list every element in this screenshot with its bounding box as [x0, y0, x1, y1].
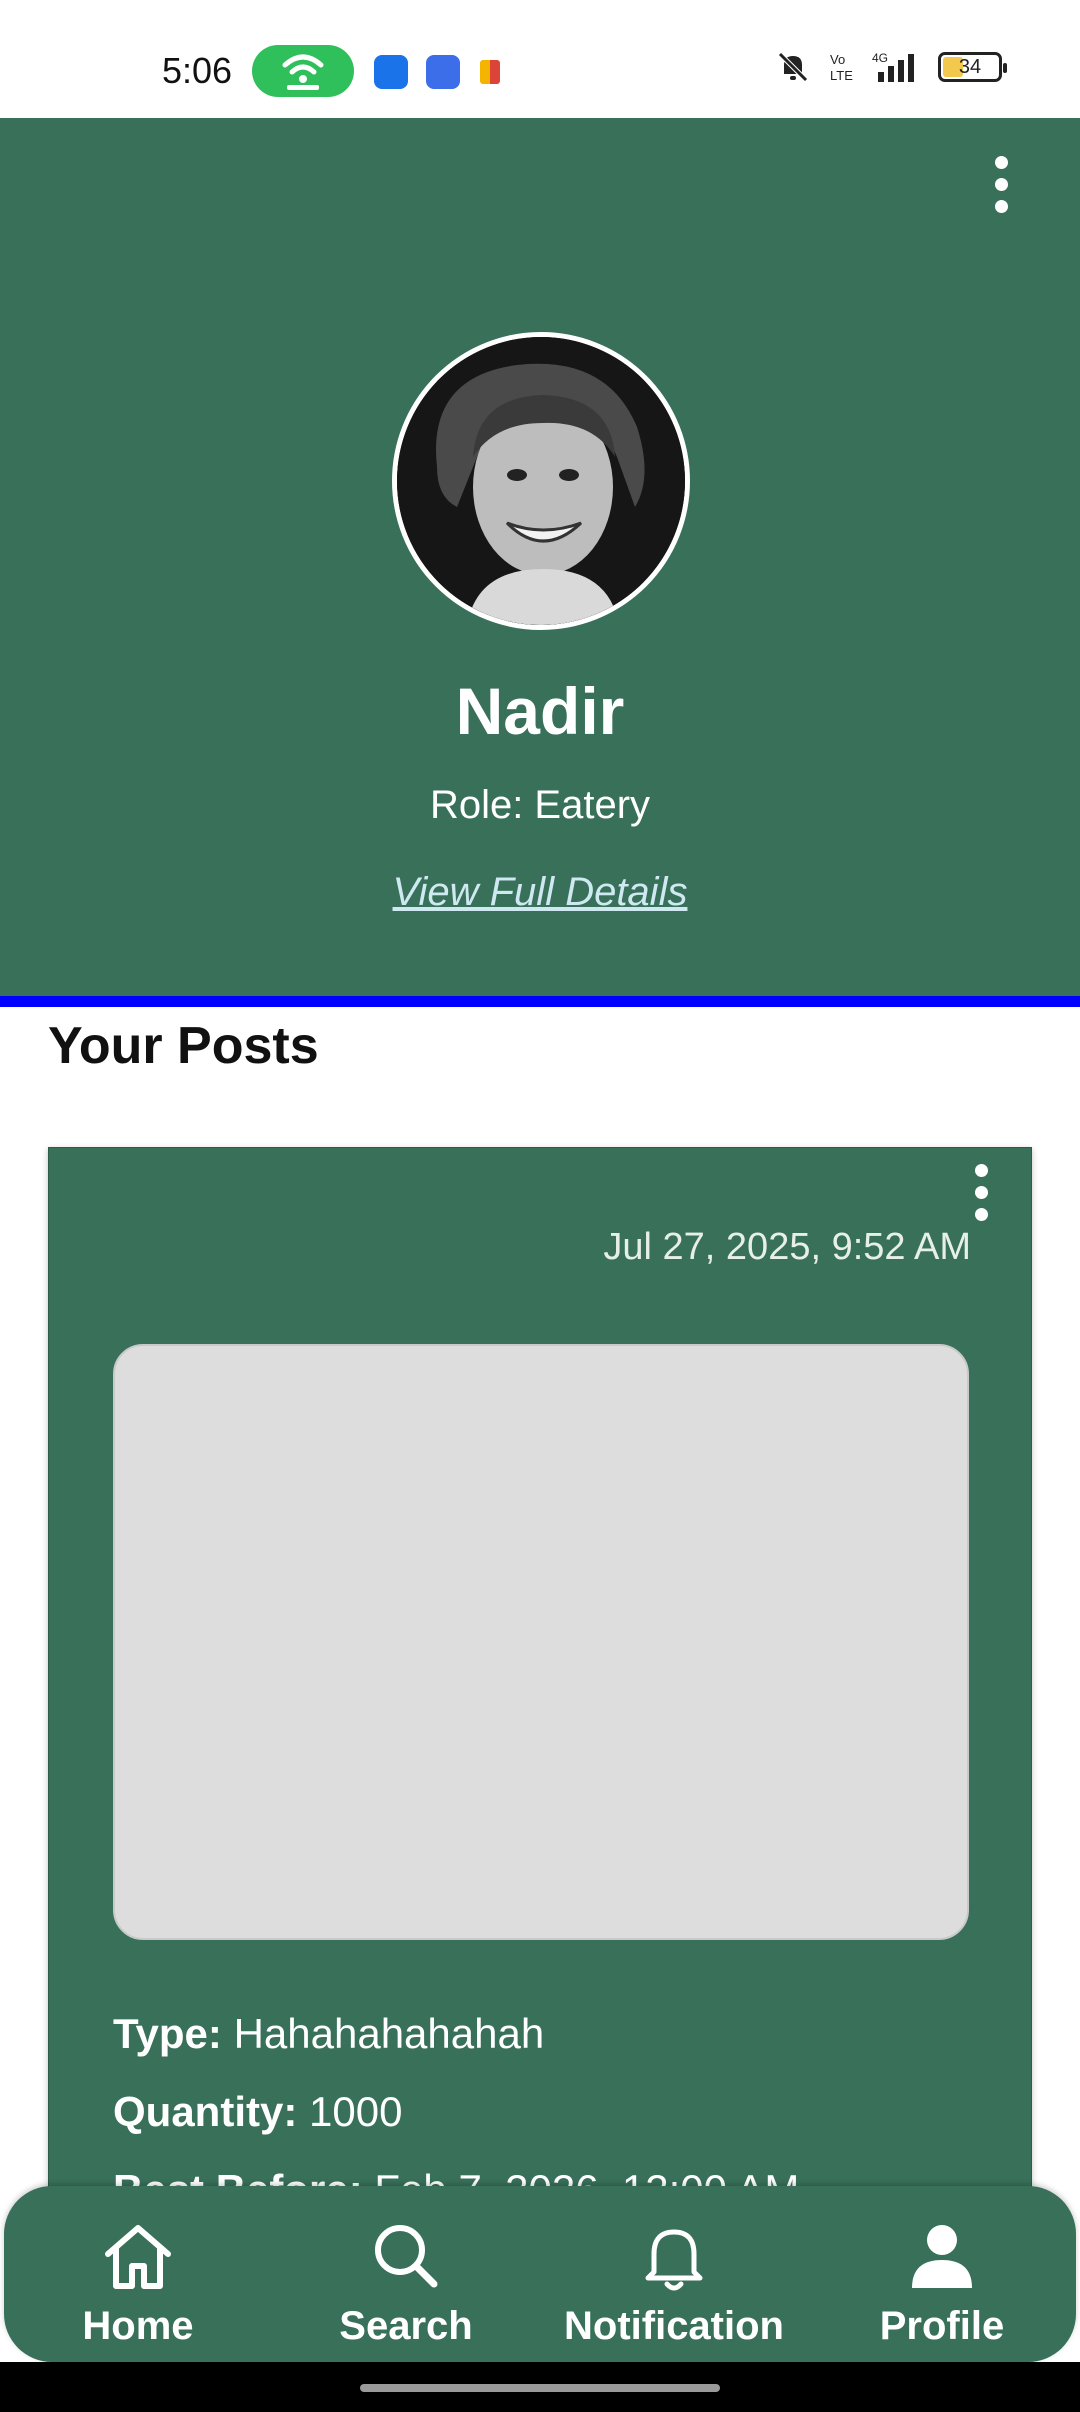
- person-icon: [912, 2225, 972, 2288]
- gesture-handle[interactable]: [360, 2384, 720, 2392]
- hotspot-indicator: [252, 45, 354, 97]
- more-options-icon[interactable]: [995, 156, 1008, 213]
- nav-profile-label: Profile: [879, 2304, 1005, 2348]
- svg-text:Vo: Vo: [830, 52, 845, 67]
- post-type: Type: Hahahahahahah: [113, 2010, 544, 2058]
- wifi-hotspot-icon: [282, 54, 324, 90]
- battery-icon: 34: [938, 52, 1007, 82]
- nav-notification[interactable]: Notification: [540, 2186, 808, 2362]
- android-app-icon: [374, 55, 408, 89]
- svg-text:4G: 4G: [872, 51, 888, 65]
- nav-profile[interactable]: Profile: [808, 2186, 1076, 2362]
- nav-search[interactable]: Search: [272, 2186, 540, 2362]
- header-divider: [0, 996, 1080, 1007]
- status-right-icons: Vo LTE 4G 34: [776, 50, 1007, 84]
- signal-4g-icon: 4G: [872, 51, 914, 82]
- post-type-label: Type:: [113, 2010, 222, 2057]
- post-card[interactable]: Jul 27, 2025, 9:52 AM Type: Hahahahahaha…: [48, 1147, 1032, 2213]
- profile-name: Nadir: [455, 674, 625, 748]
- post-more-options-icon[interactable]: [975, 1164, 988, 1221]
- nav-search-label: Search: [339, 2304, 473, 2348]
- broadcast-app-icon: [426, 55, 460, 89]
- nav-home[interactable]: Home: [4, 2186, 272, 2362]
- muted-bell-icon: [778, 52, 808, 82]
- profile-role: Role: Eatery: [429, 783, 651, 827]
- system-gesture-bar: [0, 2362, 1080, 2412]
- post-date: Jul 27, 2025, 9:52 AM: [603, 1226, 971, 1268]
- section-title: Your Posts: [48, 1017, 319, 1075]
- status-bar: 5:06 Vo LTE 4G 34: [0, 0, 1080, 118]
- svg-text:LTE: LTE: [830, 68, 853, 83]
- post-image-placeholder[interactable]: [113, 1344, 969, 1940]
- post-quantity-label: Quantity:: [113, 2088, 298, 2135]
- status-time: 5:06: [162, 50, 233, 91]
- home-icon: [105, 2225, 171, 2289]
- profile-photo: [397, 337, 685, 625]
- nav-home-label: Home: [82, 2304, 194, 2348]
- avatar[interactable]: [392, 332, 690, 630]
- nav-notification-label: Notification: [564, 2304, 784, 2348]
- post-quantity-value: 1000: [309, 2088, 403, 2135]
- post-quantity: Quantity: 1000: [113, 2088, 402, 2136]
- search-icon: [375, 2225, 438, 2288]
- view-full-details-link[interactable]: View Full Details: [0, 870, 1080, 915]
- colorful-app-icon: [480, 60, 500, 84]
- profile-header: Nadir Role: Eatery View Full Details: [0, 118, 1080, 996]
- bottom-navigation: Home Search Notification Profile: [4, 2186, 1076, 2362]
- post-type-value: Hahahahahahah: [233, 2010, 545, 2057]
- volte-icon: Vo LTE: [830, 52, 853, 83]
- bell-icon: [645, 2229, 703, 2291]
- battery-level: 34: [958, 55, 982, 78]
